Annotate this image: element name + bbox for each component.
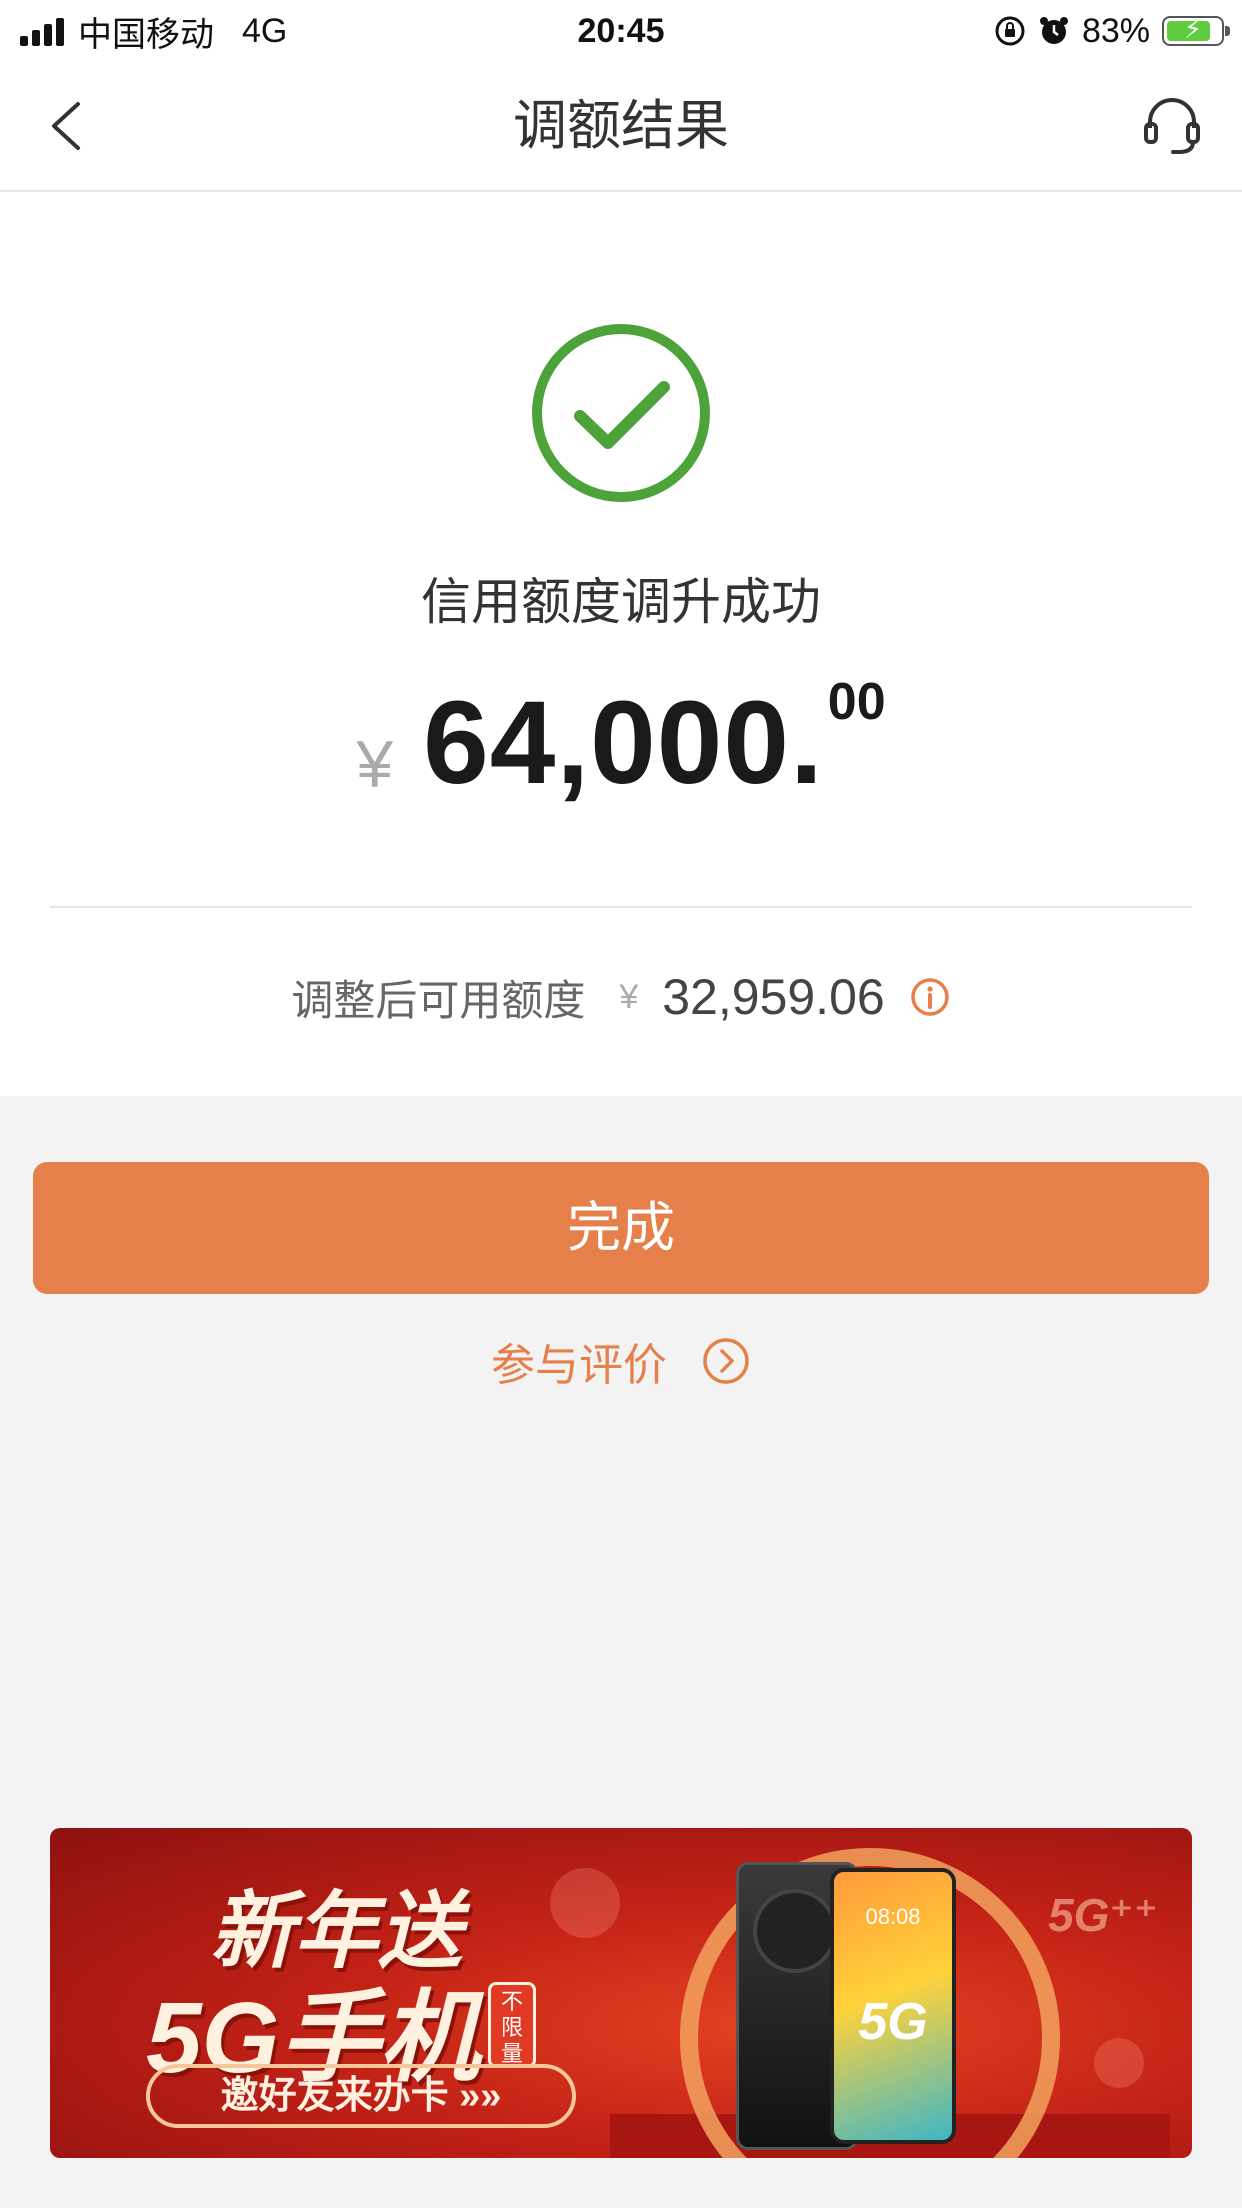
battery-icon: ⚡ <box>1162 14 1230 46</box>
info-icon[interactable] <box>909 976 951 1018</box>
amount-integer: 64,000. <box>423 677 824 809</box>
nav-bar: 调额结果 <box>0 62 1242 192</box>
page-title: 调额结果 <box>513 96 729 156</box>
available-limit-value: 32,959.06 <box>662 969 885 1025</box>
result-card: 信用额度调升成功 ¥64,000.00 调整后可用额度 ¥ 32,959.06 <box>0 192 1242 1096</box>
currency-symbol: ¥ <box>356 727 394 801</box>
rotation-lock-icon <box>995 16 1025 46</box>
banner-5g-badge: 5G⁺⁺ <box>1048 1889 1158 1941</box>
review-label: 参与评价 <box>491 1341 667 1390</box>
globe-icon <box>1094 2038 1144 2088</box>
status-right: 83% ⚡ <box>994 8 1230 54</box>
banner-unlimited-tag: 不限量 <box>488 1982 536 2068</box>
phone-front-image: 08:08 5G <box>830 1868 956 2144</box>
amount-decimal: 00 <box>827 673 886 731</box>
banner-cta[interactable]: 邀好友来办卡 »» <box>146 2064 576 2128</box>
phone-screen-time: 08:08 <box>865 1904 921 1929</box>
done-button[interactable]: 完成 <box>33 1162 1209 1294</box>
review-link[interactable]: 参与评价 <box>0 1328 1242 1394</box>
credit-limit-amount: ¥64,000.00 <box>0 672 1242 811</box>
phone-5g-label: 5G <box>858 1993 928 2051</box>
status-bar: 中国移动 4G 20:45 83% ⚡ <box>0 0 1242 62</box>
wifi-icon <box>550 1868 620 1938</box>
battery-percent: 83% <box>1081 11 1150 50</box>
alarm-icon <box>1039 17 1068 44</box>
circle-chevron-right-icon <box>703 1338 749 1384</box>
promo-banner[interactable]: 新年送 5G手机 不限量 邀好友来办卡 »» 08:08 5G 5G⁺⁺ <box>50 1828 1192 2158</box>
available-limit-label: 调整后可用额度 <box>291 976 586 1024</box>
customer-service-headset-icon[interactable] <box>1138 92 1206 160</box>
available-limit-row: 调整后可用额度 ¥ 32,959.06 <box>0 962 1242 1032</box>
available-currency: ¥ <box>619 977 639 1016</box>
result-title: 信用额度调升成功 <box>421 574 821 630</box>
divider <box>50 906 1192 908</box>
success-check-icon <box>532 324 710 502</box>
